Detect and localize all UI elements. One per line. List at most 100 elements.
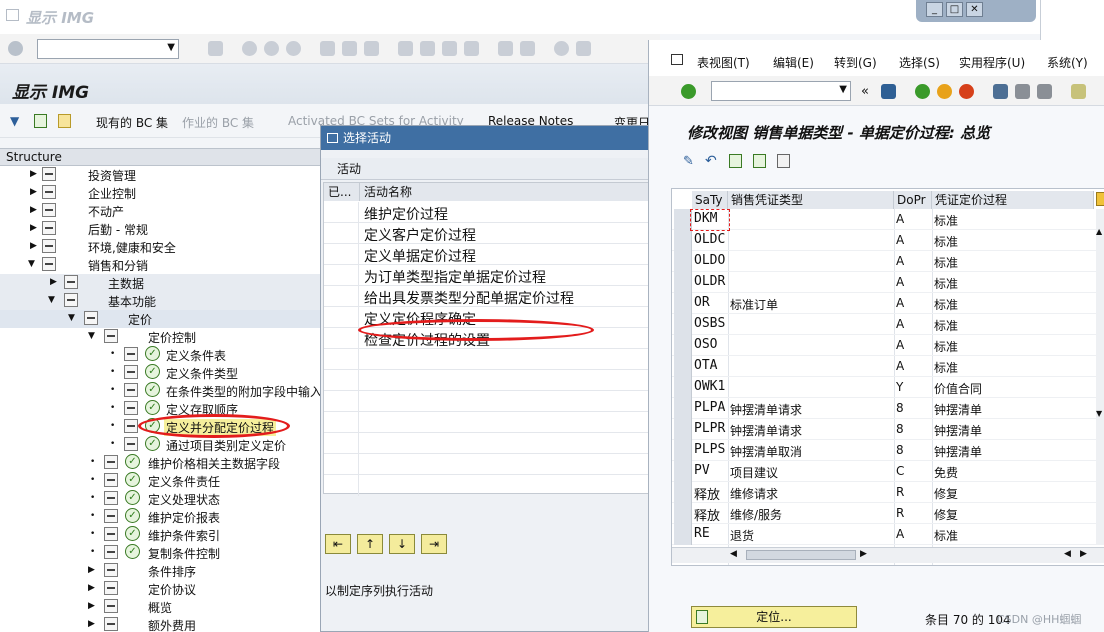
close-button[interactable]: ✕ [966, 2, 983, 17]
tree-node[interactable]: • ✓ 维护价格相关主数据字段 [0, 454, 320, 472]
execute-icon[interactable]: ✓ [145, 400, 160, 415]
cell-dopr[interactable]: 8 [896, 401, 904, 415]
execute-icon[interactable]: ✓ [125, 526, 140, 541]
cell-dopr[interactable]: A [896, 296, 904, 310]
horizontal-scrollbar[interactable]: ◀ ▶ ◀ ▶ [672, 547, 1104, 563]
layout-icon[interactable] [576, 41, 591, 56]
cell-saty[interactable]: PLPR [694, 421, 725, 436]
enter-icon[interactable] [8, 41, 23, 56]
command-field[interactable]: ▼ [711, 81, 851, 101]
table-row[interactable]: PLPR 钟摆清单请求 8 钟摆清单 [672, 419, 1104, 440]
vertical-scrollbar[interactable]: ▲ ▼ [1096, 209, 1104, 545]
tree-node[interactable]: ▼ 定价控制 [0, 328, 320, 346]
first-page-icon[interactable] [1071, 84, 1086, 99]
shortcut-icon[interactable] [520, 41, 535, 56]
last-entry-button[interactable]: ⇥ [421, 534, 447, 554]
menu-item-selection[interactable]: 选择(S) [899, 54, 940, 71]
cell-dopr[interactable]: Y [896, 380, 903, 394]
table-row[interactable] [324, 454, 655, 475]
tree-node[interactable]: • ✓ 定义条件表 [0, 346, 320, 364]
table-row[interactable]: 释放 维修/服务 R 修复 [672, 503, 1104, 524]
cell-dopr[interactable]: 8 [896, 443, 904, 457]
cell-saty[interactable]: OLDO [694, 253, 725, 268]
next-page-icon[interactable] [442, 41, 457, 56]
find-icon[interactable] [342, 41, 357, 56]
cell-dopr[interactable]: A [896, 527, 904, 541]
minimize-button[interactable]: _ [926, 2, 943, 17]
menu-item-edit[interactable]: 编辑(E) [773, 54, 814, 71]
tree-node[interactable]: ▶ 投资管理 [0, 166, 320, 184]
table-row[interactable] [324, 475, 655, 496]
last-page-icon[interactable] [464, 41, 479, 56]
scroll-up-icon[interactable]: ▲ [1096, 227, 1102, 236]
menu-item-utilities[interactable]: 实用程序(U) [959, 54, 1025, 71]
execute-icon[interactable]: ✓ [145, 436, 160, 451]
display-change-icon[interactable]: ✎ [683, 154, 694, 169]
table-row[interactable]: PV 项目建议 C 免费 [672, 461, 1104, 482]
table-row[interactable]: 为订单类型指定单据定价过程 [324, 265, 655, 286]
execute-icon[interactable]: ✓ [145, 364, 160, 379]
tree-node[interactable]: ▶ 主数据 [0, 274, 320, 292]
maximize-button[interactable]: □ [946, 2, 963, 17]
table-row[interactable]: OTA A 标准 [672, 356, 1104, 377]
chevron-down-icon[interactable]: ▼ [167, 42, 175, 53]
table-row[interactable]: OLDC A 标准 [672, 230, 1104, 251]
tree-node[interactable]: • ✓ 定义存取顺序 [0, 400, 320, 418]
table-row[interactable]: PLPA 钟摆清单请求 8 钟摆清单 [672, 398, 1104, 419]
table-row[interactable]: OSO A 标准 [672, 335, 1104, 356]
table-row[interactable]: 给出具发票类型分配单据定价过程 [324, 286, 655, 307]
column-settings-icon[interactable] [1096, 192, 1104, 206]
tree-node[interactable]: ▼ 定价 [0, 310, 320, 328]
col-header-saty[interactable]: SaTy [692, 191, 728, 209]
print-icon[interactable] [993, 84, 1008, 99]
execute-icon[interactable]: ✓ [145, 382, 160, 397]
scroll-left-icon[interactable]: ◀ [1064, 549, 1071, 559]
cell-dopr[interactable]: A [896, 212, 904, 226]
double-left-icon[interactable]: « [861, 84, 869, 99]
tree-node[interactable]: • ✓ 维护条件索引 [0, 526, 320, 544]
activity-bc-button[interactable]: 作业的 BC 集 [182, 114, 254, 131]
execute-icon[interactable]: ✓ [125, 508, 140, 523]
menu-icon[interactable] [671, 54, 683, 65]
scroll-thumb[interactable] [746, 550, 856, 560]
help-icon[interactable] [554, 41, 569, 56]
table-row[interactable]: OSBS A 标准 [672, 314, 1104, 335]
table-row[interactable]: 定义单据定价过程 [324, 244, 655, 265]
cell-dopr[interactable]: R [896, 506, 904, 520]
cell-saty[interactable]: OSBS [694, 316, 725, 331]
cell-saty[interactable]: OLDC [694, 232, 725, 247]
table-row[interactable] [324, 391, 655, 412]
cell-saty[interactable]: 释放 [694, 484, 720, 503]
back-icon[interactable] [915, 84, 930, 99]
col-header-sales-doc-type[interactable]: 销售凭证类型 [728, 191, 894, 209]
find-next-icon[interactable] [364, 41, 379, 56]
cell-dopr[interactable]: C [896, 464, 904, 478]
table-row[interactable]: 定义客户定价过程 [324, 223, 655, 244]
table-row[interactable] [324, 412, 655, 433]
note-icon[interactable] [58, 114, 71, 128]
scroll-down-icon[interactable]: ▼ [1096, 409, 1102, 418]
execute-icon[interactable]: ✓ [125, 544, 140, 559]
tree-node[interactable]: ▶ 环境,健康和安全 [0, 238, 320, 256]
first-entry-button[interactable]: ⇤ [325, 534, 351, 554]
execute-icon[interactable]: ✓ [125, 490, 140, 505]
table-row[interactable] [324, 370, 655, 391]
tree-node[interactable]: ▶ 后勤 - 常规 [0, 220, 320, 238]
cell-saty[interactable]: 释放 [694, 505, 720, 524]
col-header-doc-pricing[interactable]: 凭证定价过程 [932, 191, 1094, 209]
chevron-down-icon[interactable]: ▼ [839, 84, 847, 95]
exit-icon[interactable] [264, 41, 279, 56]
cell-dopr[interactable]: A [896, 359, 904, 373]
cell-saty[interactable]: PV [694, 463, 710, 478]
menu-item-goto[interactable]: 转到(G) [834, 54, 877, 71]
exit-icon[interactable] [937, 84, 952, 99]
table-row[interactable]: DKM A 标准 [672, 209, 1104, 230]
cell-saty[interactable]: OLDR [694, 274, 725, 289]
cancel-icon[interactable] [959, 84, 974, 99]
first-page-icon[interactable] [398, 41, 413, 56]
menu-item-table-view[interactable]: 表视图(T) [697, 54, 750, 71]
tree-node[interactable]: • ✓ 在条件类型的附加字段中输入 [0, 382, 320, 400]
tree-node[interactable]: • ✓ 定义条件责任 [0, 472, 320, 490]
tree-node[interactable]: ▶ 条件排序 [0, 562, 320, 580]
scroll-right-icon[interactable]: ▶ [1080, 549, 1087, 559]
